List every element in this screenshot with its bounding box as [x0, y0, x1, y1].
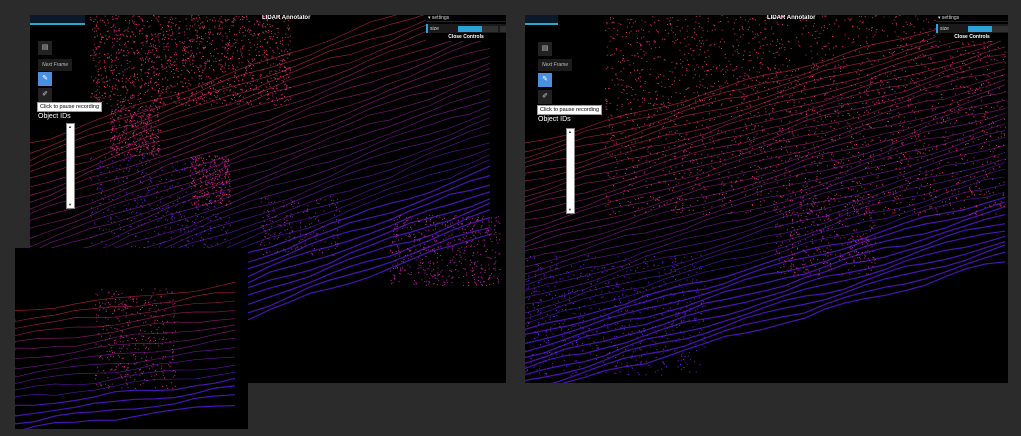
zoom-inset[interactable] — [15, 248, 248, 429]
size-slider[interactable] — [458, 25, 498, 32]
scroll-up-icon[interactable]: ▲ — [68, 125, 72, 129]
right-point-cloud[interactable] — [525, 15, 1008, 383]
size-control[interactable]: size — [426, 24, 506, 33]
file-button[interactable]: ▤ — [38, 41, 52, 55]
settings-header-2[interactable]: ▾ settings — [936, 15, 1008, 22]
pencil-icon: ✎ — [42, 75, 48, 82]
size-value-box[interactable] — [500, 25, 506, 32]
top-status-bar-2 — [525, 23, 558, 25]
size-slider-fill — [458, 25, 482, 32]
size-slider-2[interactable] — [968, 25, 1008, 32]
next-frame-button[interactable]: Next Frame — [38, 59, 73, 71]
settings-panel: ▾ settings size Close Controls — [426, 15, 506, 41]
inset-point-cloud — [15, 281, 236, 429]
object-ids-list-2[interactable]: ▲ ▼ — [566, 128, 575, 214]
edit-button[interactable]: ✐ — [38, 88, 52, 102]
edit-button-2[interactable]: ✐ — [538, 90, 552, 104]
scroll-up-icon[interactable]: ▲ — [568, 130, 572, 134]
size-label: size — [430, 25, 439, 32]
top-status-strip — [30, 15, 85, 25]
app-title: LIDAR Annotator — [262, 15, 311, 21]
object-ids-label-2: Object IDs — [538, 116, 571, 123]
edit-icon: ✐ — [542, 93, 548, 100]
scroll-down-icon[interactable]: ▼ — [68, 203, 72, 207]
size-slider-fill-2 — [968, 25, 992, 32]
right-viewport[interactable]: LIDAR Annotator ▾ settings size Close Co… — [525, 15, 1008, 383]
pause-recording-tooltip-2: Click to pause recording — [537, 105, 603, 115]
pencil-button[interactable]: ✎ — [38, 72, 52, 86]
top-status-strip-2 — [525, 15, 558, 25]
pencil-icon: ✎ — [542, 76, 548, 83]
next-frame-button-2[interactable]: Next Frame — [538, 59, 573, 71]
object-ids-label: Object IDs — [38, 113, 71, 120]
pencil-button-2[interactable]: ✎ — [538, 73, 552, 87]
size-control-2[interactable]: size — [936, 24, 1008, 33]
file-button-2[interactable]: ▤ — [538, 42, 552, 56]
object-ids-list[interactable]: ▲ ▼ — [66, 123, 75, 209]
edit-icon: ✐ — [42, 91, 48, 98]
size-label-2: size — [940, 25, 949, 32]
close-controls-button[interactable]: Close Controls — [426, 33, 506, 41]
close-controls-button-2[interactable]: Close Controls — [936, 33, 1008, 41]
file-icon: ▤ — [41, 44, 49, 51]
top-status-bar — [30, 23, 85, 25]
app-title-2: LIDAR Annotator — [767, 15, 816, 21]
file-icon: ▤ — [541, 45, 549, 52]
settings-panel-2: ▾ settings size Close Controls — [936, 15, 1008, 41]
settings-header[interactable]: ▾ settings — [426, 15, 506, 22]
pause-recording-tooltip: Click to pause recording — [37, 102, 103, 112]
scroll-down-icon[interactable]: ▼ — [568, 208, 572, 212]
